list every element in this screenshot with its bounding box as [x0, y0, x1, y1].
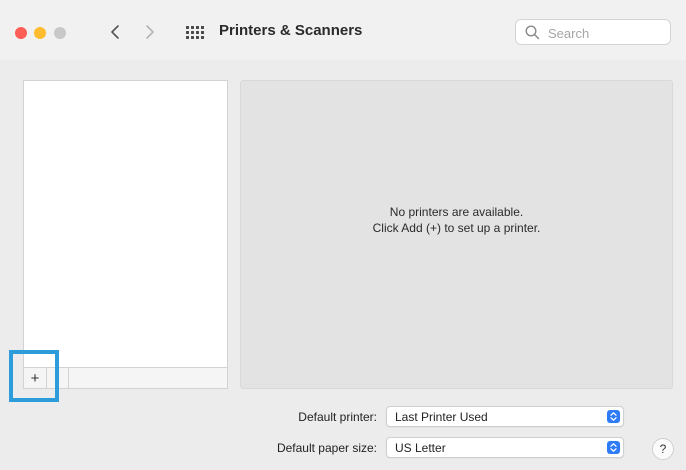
add-button-highlight [9, 350, 59, 402]
empty-state-message: No printers are available. Click Add (+)… [241, 204, 672, 236]
back-button[interactable] [104, 18, 126, 46]
default-printer-popup[interactable]: Last Printer Used [386, 406, 624, 427]
printer-detail-pane: No printers are available. Click Add (+)… [240, 80, 673, 389]
empty-state-line-1: No printers are available. [389, 205, 524, 219]
search-icon [525, 25, 540, 40]
chevron-right-icon [146, 25, 154, 39]
printer-list[interactable] [23, 80, 228, 368]
chevron-left-icon [111, 25, 119, 39]
show-all-grid-icon[interactable] [183, 21, 207, 43]
minimize-window-button[interactable] [34, 27, 46, 39]
paper-size-value: US Letter [395, 441, 446, 455]
window-title: Printers & Scanners [219, 22, 363, 39]
search-field[interactable] [515, 19, 671, 45]
empty-state-line-2: Click Add (+) to set up a printer. [372, 221, 541, 235]
forward-button[interactable] [139, 18, 161, 46]
printers-scanners-window: Printers & Scanners + - No printers are … [0, 0, 686, 470]
paper-size-popup[interactable]: US Letter [386, 437, 624, 458]
updown-chevron-icon [607, 410, 620, 423]
title-bar: Printers & Scanners [0, 0, 686, 60]
search-input[interactable] [546, 23, 668, 43]
default-printer-value: Last Printer Used [395, 410, 488, 424]
updown-chevron-icon [607, 441, 620, 454]
close-window-button[interactable] [15, 27, 27, 39]
paper-size-label: Default paper size: [276, 441, 377, 455]
default-printer-label: Default printer: [298, 410, 377, 424]
help-button[interactable]: ? [652, 438, 674, 460]
zoom-window-button[interactable] [54, 27, 66, 39]
